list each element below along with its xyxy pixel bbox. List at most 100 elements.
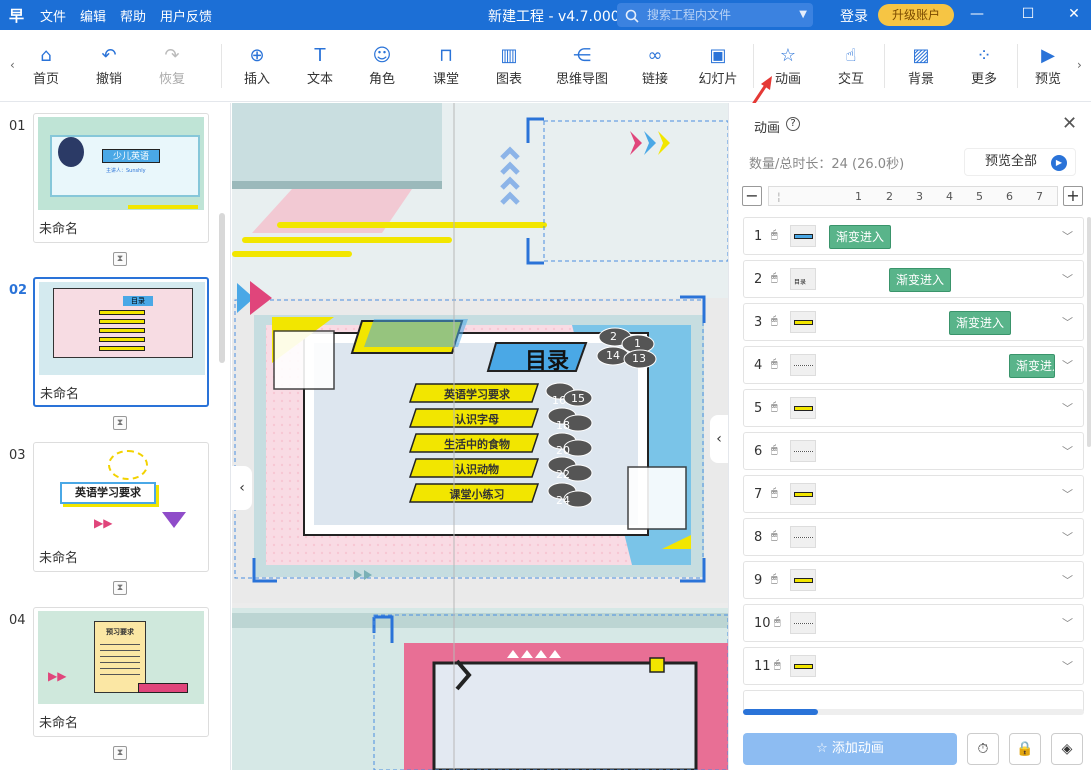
collapse-right-icon[interactable]: ‹ [710,415,728,463]
zoom-in-button[interactable]: + [1063,186,1083,206]
animation-row[interactable]: 11 🖱 ﹀ [743,647,1084,685]
animation-panel: 动画 ? ✕ 数量/总时长：24 (26.0秒) 预览全部 ▶ − ¦ 1 2 … [728,103,1091,770]
tool-undo[interactable]: ↶ 撤销 [79,44,139,87]
chevron-down-icon[interactable]: ﹀ [1062,443,1073,459]
tool-text[interactable]: T 文本 [290,44,350,87]
chevron-down-icon[interactable]: ﹀ [1062,529,1073,545]
tool-mindmap[interactable]: ⋲ 思维导图 [550,44,614,87]
slide-thumb-3[interactable]: 英语学习要求 ▶▶ 未命名 [33,442,209,572]
toolbar-scroll-left-icon[interactable]: ‹ [10,58,15,72]
animation-row[interactable]: 1 🖱 渐变进入 ﹀ [743,217,1084,255]
minimize-icon[interactable]: — [966,4,988,24]
tool-slides[interactable]: ▣ 幻灯片 [688,44,748,87]
animation-row[interactable]: 7 🖱 ﹀ [743,475,1084,513]
zoom-out-button[interactable]: − [742,186,762,206]
menu-feedback[interactable]: 用户反馈 [160,6,212,25]
layers-icon[interactable]: ◈ [1051,733,1083,765]
mouse-click-icon: 🖱 [771,572,778,585]
animation-row[interactable]: 3 🖱 渐变进入 ﹀ [743,303,1084,341]
timer-icon[interactable]: ⏱ [967,733,999,765]
element-thumb [790,526,816,548]
timeline-ruler: − ¦ 1 2 3 4 5 6 7 + [742,186,1084,206]
chevron-down-icon[interactable]: ﹀ [1062,400,1073,416]
effect-tag[interactable]: 渐变进入 [949,311,1012,335]
link-icon: ∞ [647,45,663,66]
toc-item-3[interactable]: 生活中的食物 [421,436,533,452]
slide-thumb-2[interactable]: 目录 未命名 [33,277,209,407]
collapse-left-icon[interactable]: ‹ [232,466,252,510]
thumb-title: 少儿英语 [102,149,160,163]
slide-thumb-1[interactable]: 少儿英语 主讲人：Sunshly 未命名 [33,113,209,243]
upgrade-button[interactable]: 升级账户 [878,4,954,26]
tool-background[interactable]: ▨ 背景 [891,44,951,87]
toolbar-scroll-right-icon[interactable]: › [1077,58,1082,72]
tool-preview[interactable]: ▶ 预览 [1019,44,1077,87]
toc-item-1[interactable]: 英语学习要求 [421,386,533,402]
effect-tag[interactable]: 渐变进入 [889,268,952,292]
tool-redo[interactable]: ↷ 恢复 [142,44,202,87]
animation-row[interactable]: 8 🖱 ﹀ [743,518,1084,556]
chevron-down-icon[interactable]: ﹀ [1062,271,1073,287]
search-dropdown-icon[interactable]: ▼ [799,3,807,27]
toc-item-4[interactable]: 认识动物 [421,461,533,477]
menu-help[interactable]: 帮助 [120,6,146,25]
list-scrollbar[interactable] [1087,217,1091,447]
editor-canvas[interactable]: 目录 英语学习要求 认识字母 生活中的食物 认识动物 课堂小练习 2 1 14 … [232,103,728,770]
animation-row[interactable]: 5 🖱 ﹀ [743,389,1084,427]
chevron-down-icon[interactable]: ﹀ [1062,314,1073,330]
slide-name: 未命名 [39,551,79,566]
animation-row[interactable]: 2 🖱 目录 渐变进入 ﹀ [743,260,1084,298]
mouse-click-icon: 🖱 [774,658,781,671]
transition-icon[interactable]: ⧗ [113,746,127,760]
maximize-icon[interactable]: ☐ [1017,4,1039,24]
anim-badge: 2 [610,330,617,343]
undo-icon: ↶ [101,45,117,66]
effect-tag[interactable]: 渐变进入 [829,225,892,249]
animation-row[interactable]: 9 🖱 ﹀ [743,561,1084,599]
chevron-down-icon[interactable]: ﹀ [1062,228,1073,244]
chevron-down-icon[interactable]: ﹀ [1062,658,1073,674]
element-thumb [790,440,816,462]
text-icon: T [314,45,326,66]
tool-role[interactable]: ☺ 角色 [352,44,412,87]
mouse-click-icon: 🖱 [771,271,778,284]
effect-tag[interactable]: 渐变进入 [1009,354,1055,378]
timeline-scale[interactable]: ¦ 1 2 3 4 5 6 7 [768,186,1058,206]
add-animation-button[interactable]: ☆ 添加动画 [743,733,957,765]
toc-item-2[interactable]: 认识字母 [421,411,533,427]
classroom-icon: ⊓ [438,45,454,66]
lock-icon[interactable]: 🔒 [1009,733,1041,765]
transition-icon[interactable]: ⧗ [113,252,127,266]
close-window-icon[interactable]: ✕ [1063,4,1085,24]
animation-row[interactable]: 4🖱 渐变进入 ﹀ [743,346,1084,384]
tool-interact[interactable]: ☝ 交互 [821,44,881,87]
login-button[interactable]: 登录 [840,6,868,26]
slides-scrollbar[interactable] [219,213,225,363]
timeline-scrollbar[interactable] [743,709,1084,715]
transition-icon[interactable]: ⧗ [113,416,127,430]
element-thumb [790,569,816,591]
animation-row[interactable]: 6 🖱 ﹀ [743,432,1084,470]
help-icon[interactable]: ? [786,117,800,131]
search-input[interactable]: 搜索工程内文件 ▼ [617,3,813,27]
chevron-down-icon[interactable]: ﹀ [1062,615,1073,631]
slide-thumb-4[interactable]: 预习要求 ▶▶ 未命名 [33,607,209,737]
chevron-down-icon[interactable]: ﹀ [1062,357,1073,373]
chevron-down-icon[interactable]: ﹀ [1062,486,1073,502]
close-icon[interactable]: ✕ [1062,113,1077,134]
tool-home[interactable]: ⌂ 首页 [16,44,76,87]
animation-row[interactable] [743,690,1084,711]
anim-badge: 13 [632,352,646,365]
tool-link[interactable]: ∞ 链接 [625,44,685,87]
toc-item-5[interactable]: 课堂小练习 [421,486,533,502]
preview-all-button[interactable]: 预览全部 ▶ [964,148,1076,176]
tool-more[interactable]: ⁘ 更多 [954,44,1014,87]
tool-insert[interactable]: ⊕ 插入 [227,44,287,87]
animation-row[interactable]: 10 🖱 ﹀ [743,604,1084,642]
tool-chart[interactable]: ▥ 图表 [479,44,539,87]
tool-classroom[interactable]: ⊓ 课堂 [416,44,476,87]
transition-icon[interactable]: ⧗ [113,581,127,595]
menu-edit[interactable]: 编辑 [80,6,106,25]
chevron-down-icon[interactable]: ﹀ [1062,572,1073,588]
menu-file[interactable]: 文件 [40,6,66,25]
